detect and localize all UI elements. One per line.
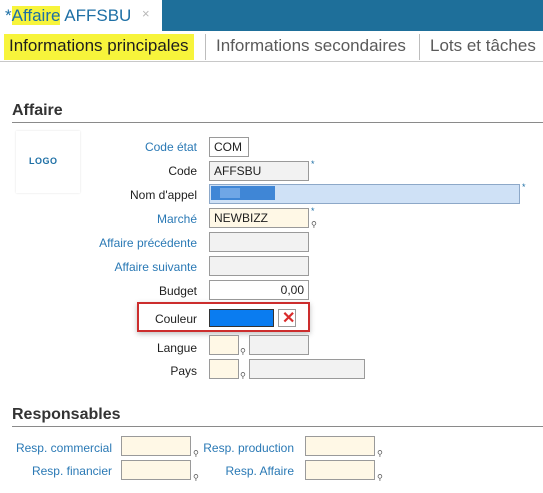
affaire-precedente-field[interactable] [209,232,309,252]
pays-description-field [249,359,365,379]
section-tabs: Informations principales Informations se… [0,31,543,62]
resp-affaire-field[interactable] [305,460,375,480]
affaire-suivante-field[interactable] [209,256,309,276]
lookup-pin-icon[interactable]: ⚲ [240,347,246,356]
clear-x-icon: ✕ [282,310,296,327]
marche-field[interactable]: NEWBIZZ [209,208,309,228]
lookup-pin-icon[interactable]: ⚲ [311,220,317,229]
resp-commercial-field[interactable] [121,436,191,456]
selected-text-redaction-inner [220,188,240,198]
code-field[interactable]: AFFSBU [209,161,309,181]
close-icon[interactable]: × [142,6,150,21]
langue-description-field [249,335,309,355]
label-nom-appel: Nom d'appel [130,188,197,202]
lookup-pin-icon[interactable]: ⚲ [240,371,246,380]
section-title-responsables: Responsables [12,406,121,423]
label-resp-production[interactable]: Resp. production [203,441,294,455]
label-langue: Langue [156,341,197,355]
tab-informations-principales[interactable]: Informations principales [4,34,194,60]
label-couleur: Couleur [154,312,197,326]
section-divider [12,122,543,123]
lookup-pin-icon[interactable]: ⚲ [377,473,383,482]
lookup-pin-icon[interactable]: ⚲ [193,449,199,458]
modified-marker: * [5,6,12,25]
section-title-affaire: Affaire [12,102,63,119]
label-affaire-precedente[interactable]: Affaire précédente [99,236,197,250]
langue-field[interactable] [209,335,239,355]
label-pays: Pays [170,364,197,378]
label-marche[interactable]: Marché [157,212,197,226]
resp-financier-field[interactable] [121,460,191,480]
section-divider [12,426,543,427]
tab-informations-secondaires[interactable]: Informations secondaires [205,34,406,60]
document-tab[interactable]: *Affaire AFFSBU × [0,0,162,31]
tab-lots-et-taches[interactable]: Lots et tâches [419,34,536,60]
label-budget: Budget [158,284,197,298]
logo: LOGO [16,131,80,193]
required-marker-marche: * [311,206,315,216]
logo-text: LOGO [29,156,58,166]
required-marker-code: * [311,159,315,169]
label-resp-commercial[interactable]: Resp. commercial [16,441,112,455]
budget-field[interactable]: 0,00 [209,280,309,300]
clear-color-button[interactable]: ✕ [278,309,296,327]
label-affaire-suivante[interactable]: Affaire suivante [115,260,198,274]
label-resp-financier[interactable]: Resp. financier [32,464,112,478]
label-resp-affaire[interactable]: Resp. Affaire [226,464,294,478]
code-etat-field[interactable]: COM [209,137,249,157]
document-tab-title-prefix: Affaire [11,6,61,25]
resp-production-field[interactable] [305,436,375,456]
required-marker-nom-appel: * [522,182,526,192]
document-tab-title-code: AFFSBU [64,6,132,25]
couleur-color-picker[interactable] [209,309,274,327]
document-tab-title: *Affaire AFFSBU [5,6,131,26]
label-code-etat: Code état [144,140,197,154]
label-code: Code [168,164,197,178]
pays-field[interactable] [209,359,239,379]
lookup-pin-icon[interactable]: ⚲ [193,473,199,482]
lookup-pin-icon[interactable]: ⚲ [377,449,383,458]
